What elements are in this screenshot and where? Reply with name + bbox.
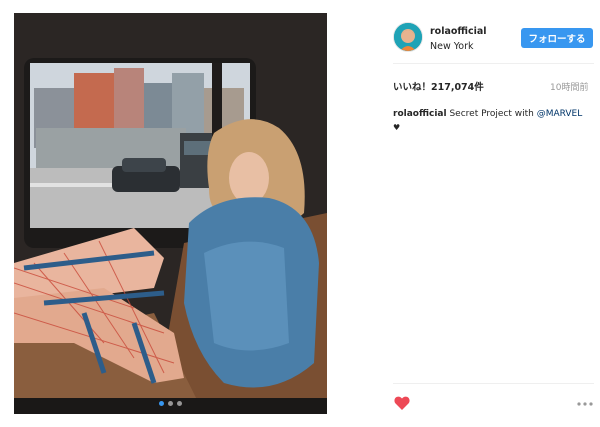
- carousel-dot-1[interactable]: [159, 401, 164, 406]
- more-options-button[interactable]: [576, 398, 594, 408]
- post-photo[interactable]: [14, 13, 327, 414]
- caption-text: Secret Project with: [449, 109, 534, 119]
- carousel-dot-2[interactable]: [168, 401, 173, 406]
- caption-heart-symbol: ♥: [393, 123, 401, 132]
- more-options-icon: [577, 402, 593, 406]
- instagram-post-card: [14, 13, 594, 414]
- carousel-indicator: [14, 401, 327, 406]
- post-timestamp[interactable]: 10時間前: [550, 80, 588, 93]
- avatar-image: [394, 23, 422, 51]
- post-username[interactable]: rolaofficial: [430, 26, 487, 37]
- caption-mention[interactable]: @MARVEL: [537, 109, 583, 119]
- heart-icon: [394, 396, 410, 410]
- caption-username[interactable]: rolaofficial: [393, 109, 447, 119]
- divider: [393, 383, 594, 384]
- post-location[interactable]: New York: [430, 41, 474, 52]
- follow-button[interactable]: フォローする: [521, 28, 593, 48]
- photo-illustration: [14, 13, 327, 414]
- post-caption: rolaofficial Secret Project with @MARVEL…: [393, 108, 583, 135]
- like-button[interactable]: [394, 395, 412, 411]
- divider: [393, 63, 594, 64]
- likes-count[interactable]: いいね！217,074件: [393, 79, 484, 93]
- carousel-dot-3[interactable]: [177, 401, 182, 406]
- avatar[interactable]: [393, 22, 423, 52]
